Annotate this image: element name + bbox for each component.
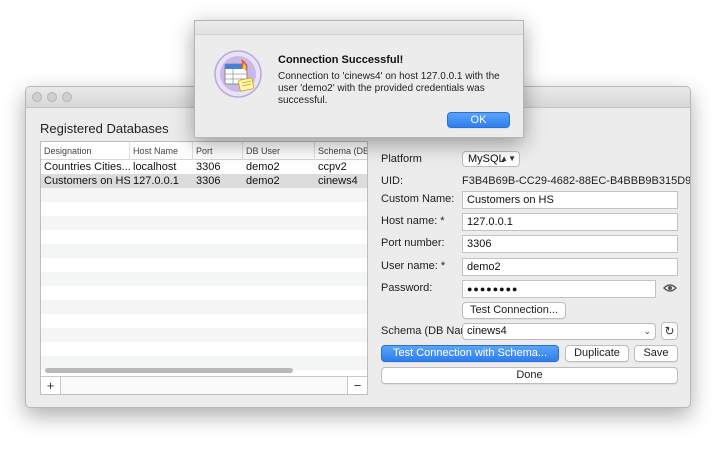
platform-label: Platform [381,153,422,165]
dialog-titlebar [195,21,523,35]
dialog-title: Connection Successful! [278,54,404,66]
zoom-window-button[interactable] [62,92,72,102]
custom-name-label: Custom Name: [381,193,455,205]
cell-db-user: demo2 [246,161,280,173]
horizontal-scrollbar[interactable] [45,368,293,373]
show-password-eye-icon[interactable] [663,283,677,293]
cell-schema: ccpv2 [318,161,347,173]
schema-value: cinews4 [467,325,507,337]
column-header-designation[interactable]: Designation [41,142,130,160]
close-window-button[interactable] [32,92,42,102]
port-number-field[interactable]: 3306 [462,235,678,253]
user-name-label: User name: * [381,260,446,272]
done-button[interactable]: Done [381,367,678,384]
uid-label: UID: [381,175,403,187]
user-name-field[interactable]: demo2 [462,258,678,276]
save-button[interactable]: Save [634,345,678,362]
connection-success-dialog: Connection Successful! Connection to 'ci… [194,20,524,138]
section-title: Registered Databases [40,121,169,136]
refresh-icon: ↻ [664,324,675,338]
host-name-field[interactable]: 127.0.0.1 [462,213,678,231]
column-header-db-user[interactable]: DB User [243,142,315,160]
cell-designation: Customers on HS [44,175,130,187]
cell-schema: cinews4 [318,175,358,187]
stepper-arrows-icon: ▲▼ [500,154,516,163]
cell-host-name: 127.0.0.1 [133,175,179,187]
uid-value: F3B4B69B-CC29-4682-88EC-B4BBB9B315D9 [462,175,691,187]
refresh-schemas-button[interactable]: ↻ [661,322,678,340]
cell-designation: Countries Cities... [44,161,130,173]
schema-label: Schema (DB Nam [381,325,470,337]
minimize-window-button[interactable] [47,92,57,102]
table-footer: + − [41,376,367,394]
cell-port: 3306 [196,161,221,173]
password-label: Password: [381,282,433,294]
cell-host-name: localhost [133,161,177,173]
duplicate-button[interactable]: Duplicate [565,345,629,362]
column-header-port[interactable]: Port [193,142,243,160]
databases-table: Designation Host Name Port DB User Schem… [40,141,368,395]
custom-name-field[interactable]: Customers on HS [462,191,678,209]
password-field[interactable]: ●●●●●●●● [462,280,656,298]
schema-select[interactable]: cinews4 ⌄ [462,323,656,340]
app-database-icon [214,50,262,98]
ok-button[interactable]: OK [447,112,510,128]
table-header: Designation Host Name Port DB User Schem… [41,142,367,160]
remove-database-button[interactable]: − [347,377,367,394]
host-name-label: Host name: * [381,215,445,227]
cell-port: 3306 [196,175,221,187]
column-header-host-name[interactable]: Host Name [130,142,193,160]
column-header-schema[interactable]: Schema (DB [315,142,367,160]
dialog-message: Connection to 'cinews4' on host 127.0.0.… [278,71,500,106]
table-body: Countries Cities... localhost 3306 demo2… [41,160,367,374]
table-row-selected[interactable]: Customers on HS 127.0.0.1 3306 demo2 cin… [41,174,367,188]
test-connection-button[interactable]: Test Connection... [462,302,566,319]
cell-db-user: demo2 [246,175,280,187]
table-row[interactable]: Countries Cities... localhost 3306 demo2… [41,160,367,174]
platform-select[interactable]: MySQL ▲▼ [462,151,520,167]
test-connection-with-schema-button[interactable]: Test Connection with Schema... [381,345,559,362]
add-database-button[interactable]: + [41,377,61,394]
port-number-label: Port number: [381,237,445,249]
chevron-down-icon: ⌄ [643,326,651,336]
